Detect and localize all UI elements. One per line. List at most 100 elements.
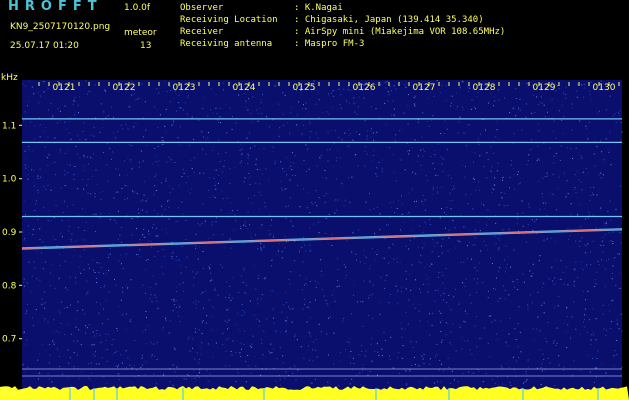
noise-speck <box>156 383 157 385</box>
noise-speck <box>467 86 469 88</box>
noise-speck <box>82 130 84 132</box>
noise-speck <box>339 360 341 362</box>
noise-speck <box>609 132 611 134</box>
noise-speck <box>577 213 579 215</box>
noise-speck <box>543 282 545 284</box>
noise-speck <box>558 364 560 366</box>
noise-speck <box>55 330 57 332</box>
noise-speck <box>305 108 307 110</box>
noise-speck <box>290 162 292 163</box>
noise-speck <box>582 171 584 173</box>
noise-speck <box>301 108 303 110</box>
noise-speck <box>107 115 109 117</box>
noise-speck <box>494 235 496 237</box>
noise-speck <box>91 372 92 374</box>
noise-speck <box>580 181 582 183</box>
noise-speck <box>285 323 287 325</box>
noise-speck <box>554 339 556 341</box>
noise-speck <box>208 238 210 240</box>
noise-speck <box>573 269 575 271</box>
noise-speck <box>356 113 358 115</box>
noise-speck <box>165 317 167 319</box>
noise-speck <box>395 139 396 141</box>
noise-speck <box>96 333 98 335</box>
noise-speck <box>504 84 506 86</box>
noise-speck <box>195 245 197 247</box>
noise-speck <box>151 354 153 356</box>
noise-speck <box>482 282 484 284</box>
noise-speck <box>459 116 461 118</box>
noise-speck <box>495 136 497 138</box>
noise-speck <box>182 282 184 284</box>
noise-speck <box>240 343 242 345</box>
noise-speck <box>161 182 162 184</box>
noise-speck <box>175 287 177 289</box>
noise-speck <box>601 363 603 365</box>
noise-speck <box>44 146 46 148</box>
noise-speck <box>354 217 356 219</box>
noise-speck <box>115 191 117 193</box>
noise-speck <box>94 272 96 273</box>
noise-speck <box>49 285 51 286</box>
noise-speck <box>438 272 440 273</box>
noise-speck <box>499 298 501 299</box>
noise-speck <box>156 190 158 192</box>
noise-speck <box>113 132 115 134</box>
noise-speck <box>109 147 111 149</box>
noise-speck <box>565 86 567 88</box>
noise-speck <box>439 360 441 361</box>
noise-speck <box>22 231 24 233</box>
noise-speck <box>87 156 89 158</box>
noise-speck <box>413 97 415 99</box>
noise-speck <box>419 320 421 322</box>
noise-speck <box>162 328 163 330</box>
noise-speck <box>409 370 411 372</box>
noise-speck <box>198 119 200 121</box>
noise-speck <box>542 353 544 355</box>
noise-speck <box>223 165 225 167</box>
noise-speck <box>517 171 519 173</box>
noise-speck <box>339 104 341 106</box>
noise-speck <box>309 301 311 303</box>
noise-speck <box>409 369 411 371</box>
noise-speck <box>241 154 243 155</box>
noise-speck <box>99 334 101 336</box>
noise-speck <box>436 187 438 189</box>
noise-speck <box>143 181 145 182</box>
noise-speck <box>469 349 471 351</box>
noise-speck <box>500 192 502 194</box>
noise-speck <box>29 121 31 123</box>
noise-speck <box>290 165 292 167</box>
noise-speck <box>590 81 592 83</box>
noise-speck <box>382 355 383 357</box>
noise-speck <box>566 347 568 348</box>
noise-speck <box>168 185 170 187</box>
noise-speck <box>513 174 515 176</box>
noise-speck <box>37 91 39 93</box>
noise-speck <box>212 356 214 358</box>
noise-speck <box>600 140 602 142</box>
noise-speck <box>353 363 355 364</box>
noise-speck <box>460 261 462 263</box>
noise-speck <box>405 288 407 290</box>
noise-speck <box>372 155 374 156</box>
noise-speck <box>215 188 217 190</box>
noise-speck <box>59 312 61 314</box>
noise-speck <box>376 131 378 133</box>
noise-speck <box>134 340 136 342</box>
noise-speck <box>218 121 220 123</box>
noise-speck <box>106 360 108 362</box>
noise-speck <box>247 153 249 155</box>
noise-speck <box>245 106 247 108</box>
noise-speck <box>379 213 381 215</box>
noise-speck <box>247 163 249 164</box>
noise-speck <box>585 299 586 301</box>
noise-speck <box>81 371 83 373</box>
noise-speck <box>145 259 147 261</box>
noise-speck <box>273 236 274 238</box>
noise-speck <box>431 324 433 326</box>
noise-speck <box>585 252 587 254</box>
noise-speck <box>446 206 448 208</box>
noise-speck <box>415 173 417 175</box>
noise-speck <box>203 172 205 174</box>
